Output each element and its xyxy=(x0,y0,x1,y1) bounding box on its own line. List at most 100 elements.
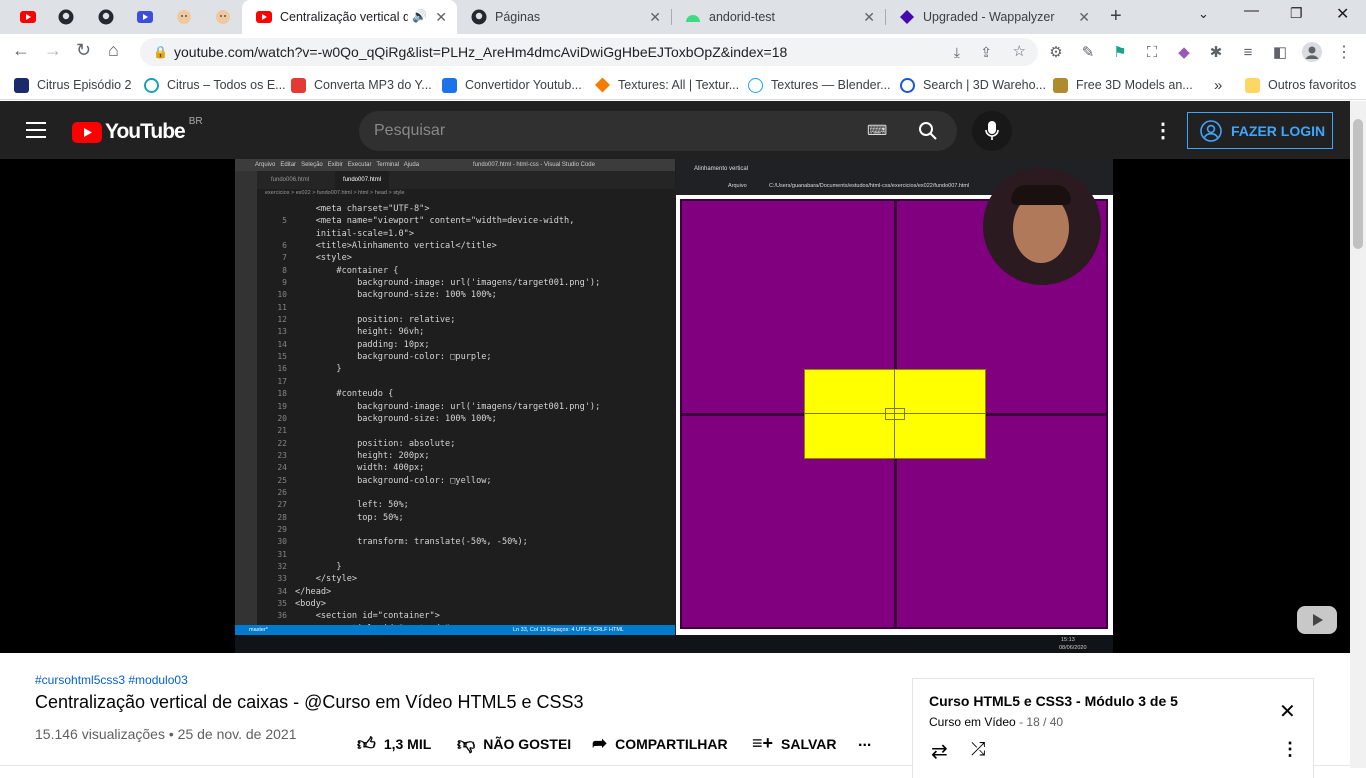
like-count: 1,3 MIL xyxy=(383,736,432,752)
hashtags[interactable]: #cursohtml5css3 #modulo03 xyxy=(35,673,188,687)
media-control-icon[interactable]: ≡ xyxy=(1238,42,1258,62)
video-frame[interactable]: Arquivo Editar Seleção Exibir Executar T… xyxy=(235,159,1113,653)
converter-icon xyxy=(442,77,457,93)
menu-item: Executar xyxy=(347,162,372,168)
pinned-tab-video[interactable] xyxy=(131,6,159,28)
bookmark-item[interactable]: Textures — Blender... xyxy=(748,76,891,94)
extension-wappalyzer-icon[interactable]: ◆ xyxy=(1174,42,1194,62)
loop-icon[interactable]: ⇄ xyxy=(931,739,948,764)
search-box[interactable]: Pesquisar ⌨ xyxy=(359,111,957,151)
extension-gear-icon[interactable]: ⚙ xyxy=(1046,42,1066,62)
login-button[interactable]: FAZER LOGIN xyxy=(1187,112,1333,149)
restore-button[interactable]: ❐ xyxy=(1290,5,1303,22)
side-panel-icon[interactable]: ◧ xyxy=(1270,42,1290,62)
bookmark-item[interactable]: Citrus – Todos os E... xyxy=(144,76,286,94)
like-button[interactable]: 👍︎ 1,3 MIL xyxy=(357,733,431,755)
browser-toolbar: ← → ↻ ⌂ 🔒 youtube.com/watch?v=-w0Qo_qQiR… xyxy=(0,34,1366,70)
address-bar[interactable]: 🔒 youtube.com/watch?v=-w0Qo_qQiRg&list=P… xyxy=(140,38,1038,66)
bookmark-item[interactable]: Free 3D Models an... xyxy=(1053,76,1193,94)
bookmark-item[interactable]: Convertidor Youtub... xyxy=(442,76,582,94)
keyboard-icon[interactable]: ⌨ xyxy=(867,122,887,139)
shuffle-icon[interactable]: ⤮ xyxy=(971,739,985,760)
close-icon[interactable]: ✕ xyxy=(863,9,875,26)
playlist-meta: Curso em Vídeo - 18 / 40 xyxy=(929,715,1064,729)
vscode-titlebar: Arquivo Editar Seleção Exibir Executar T… xyxy=(235,159,675,171)
menu-item: Editar xyxy=(280,162,297,168)
other-bookmarks-folder[interactable]: Outros favoritos xyxy=(1245,76,1356,94)
extension-tag-icon[interactable]: ⚑ xyxy=(1110,42,1130,62)
back-button[interactable]: ← xyxy=(12,40,30,61)
pinned-tab-face-2[interactable] xyxy=(209,6,237,28)
status-bar: master* Ln 33, Col 13 Espaços: 4 UTF-8 C… xyxy=(235,625,675,635)
tab-android[interactable]: andorid-test ✕ xyxy=(671,0,885,34)
pinned-tab-github-2[interactable] xyxy=(92,6,120,28)
free3d-icon xyxy=(1053,77,1068,93)
hamburger-menu-icon[interactable] xyxy=(26,122,46,138)
search-icon[interactable] xyxy=(918,121,938,141)
menu-item: Arquivo xyxy=(255,162,276,168)
save-button[interactable]: ≡+ SALVAR xyxy=(752,733,837,754)
speaker-icon[interactable]: 🔊 xyxy=(412,9,427,23)
more-bookmarks-button[interactable]: » xyxy=(1214,76,1222,94)
settings-menu-icon[interactable]: ⋮ xyxy=(1153,118,1173,143)
pinned-tab-face[interactable] xyxy=(170,6,198,28)
playlist-channel[interactable]: Curso em Vídeo xyxy=(929,715,1016,729)
bookmark-item[interactable]: Citrus Episódio 2 xyxy=(14,76,132,94)
extension-screenshot-icon[interactable]: ⛶ xyxy=(1142,42,1162,62)
country-code: BR xyxy=(188,116,203,127)
tab-wappalyzer[interactable]: Upgraded - Wappalyzer ✕ xyxy=(885,0,1100,34)
tab-paginas[interactable]: Páginas ✕ xyxy=(457,0,671,34)
forward-button[interactable]: → xyxy=(44,40,62,61)
menu-item: Terminal xyxy=(376,162,400,168)
home-button[interactable]: ⌂ xyxy=(108,40,119,61)
share-icon[interactable]: ⇪ xyxy=(980,38,992,66)
playlist-title[interactable]: Curso HTML5 e CSS3 - Módulo 3 de 5 xyxy=(929,693,1178,709)
search-input[interactable]: Pesquisar xyxy=(374,122,445,140)
dislike-button[interactable]: 👎︎ NÃO GOSTEI xyxy=(457,733,571,755)
menu-item: Exibir xyxy=(327,162,343,168)
close-icon[interactable]: ✕ xyxy=(435,9,447,26)
chrome-menu-icon[interactable]: ⋮ xyxy=(1334,42,1354,62)
menu-item: Seleção xyxy=(301,162,323,168)
new-tab-button[interactable]: + xyxy=(1110,5,1122,28)
playlist-menu-icon[interactable]: ⋮ xyxy=(1281,739,1299,760)
more-actions-button[interactable]: ... xyxy=(858,733,871,751)
pinned-tab-github[interactable] xyxy=(52,6,80,28)
close-icon[interactable]: ✕ xyxy=(1279,699,1296,724)
tab-active-video[interactable]: Centralização vertical de 🔊 ✕ xyxy=(242,0,457,34)
voice-search-button[interactable] xyxy=(972,111,1012,151)
bookmark-item[interactable]: Textures: All | Textur... xyxy=(595,76,739,94)
minimize-button[interactable]: — xyxy=(1244,2,1259,19)
view-count: 15.146 visualizações • 25 de nov. de 202… xyxy=(35,726,297,742)
close-icon[interactable]: ✕ xyxy=(1078,9,1090,26)
tab-strip: Centralização vertical de 🔊 ✕ Páginas ✕ … xyxy=(0,0,1366,34)
youtube-logo[interactable]: YouTube BR xyxy=(72,116,203,144)
page-scrollbar[interactable] xyxy=(1350,101,1366,768)
bookmark-label: Citrus Episódio 2 xyxy=(37,78,132,92)
share-button[interactable]: ➦ COMPARTILHAR xyxy=(592,733,728,754)
miniplayer-icon[interactable] xyxy=(1297,606,1337,634)
scrollbar-thumb[interactable] xyxy=(1353,119,1363,249)
logo-text: YouTube xyxy=(105,120,186,143)
close-icon[interactable]: ✕ xyxy=(649,9,661,26)
close-window-button[interactable]: ✕ xyxy=(1336,4,1349,24)
site-icon xyxy=(144,77,159,93)
bookmark-label: Free 3D Models an... xyxy=(1076,78,1193,92)
tab-search-icon[interactable]: ⌄ xyxy=(1198,6,1209,22)
inner-url: C:/Users/guanabara/Documents/estudos/htm… xyxy=(769,183,970,189)
extension-eyedropper-icon[interactable]: ✎ xyxy=(1078,42,1098,62)
bookmark-label: Citrus – Todos os E... xyxy=(167,78,286,92)
profile-avatar-icon[interactable] xyxy=(1302,42,1322,62)
bookmark-star-icon[interactable]: ☆ xyxy=(1013,38,1026,66)
bookmark-item[interactable]: Search | 3D Wareho... xyxy=(900,76,1046,94)
crunchyroll-icon xyxy=(14,77,29,93)
install-icon[interactable]: ⤓ xyxy=(954,38,960,66)
bookmark-item[interactable]: Converta MP3 do Y... xyxy=(291,76,432,94)
pinned-tab-youtube[interactable] xyxy=(14,6,42,28)
video-player[interactable]: Arquivo Editar Seleção Exibir Executar T… xyxy=(0,159,1350,653)
youtube-icon xyxy=(72,121,102,143)
reload-button[interactable]: ↻ xyxy=(76,40,91,61)
dislike-label: NÃO GOSTEI xyxy=(483,736,572,752)
playlist-add-icon: ≡+ xyxy=(752,733,774,753)
extensions-puzzle-icon[interactable]: ✱ xyxy=(1206,42,1226,62)
